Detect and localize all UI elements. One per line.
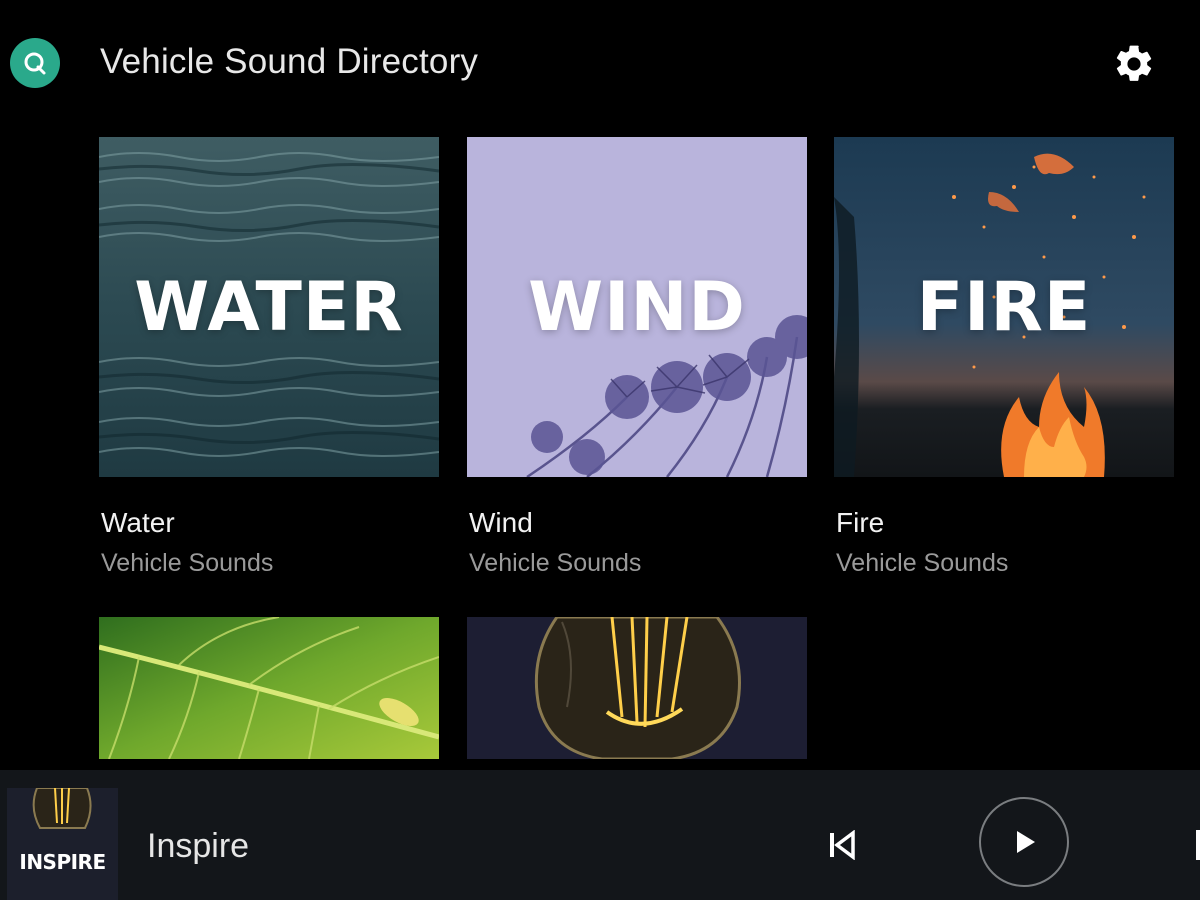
app-root: Vehicle Sound Directory WATER Water Vehi… — [0, 0, 1200, 900]
tile-water[interactable]: WATER Water Vehicle Sounds — [99, 137, 439, 577]
tile-title: Water — [101, 507, 175, 538]
search-logo-icon[interactable] — [10, 38, 60, 88]
tile-subtitle: Vehicle Sounds — [469, 549, 642, 577]
now-playing-bar: INSPIRE Inspire — [0, 770, 1200, 900]
top-bar: Vehicle Sound Directory — [0, 0, 1200, 125]
tile-art-word: WATER — [134, 267, 404, 347]
tile-inspire[interactable] — [467, 617, 807, 759]
fire-artwork: FIRE — [834, 137, 1174, 477]
tile-fire[interactable]: FIRE Fire Vehicle Sounds — [834, 137, 1174, 577]
play-icon — [1017, 831, 1035, 853]
page-title: Vehicle Sound Directory — [100, 42, 479, 81]
skip-previous-button[interactable] — [822, 826, 860, 864]
skip-previous-icon — [830, 830, 855, 860]
leaf-artwork — [99, 617, 439, 759]
tile-subtitle: Vehicle Sounds — [836, 549, 1009, 577]
now-playing-artwork[interactable]: INSPIRE — [7, 788, 118, 900]
wind-artwork: WIND — [467, 137, 807, 477]
settings-button[interactable] — [1108, 38, 1160, 90]
gear-icon — [1116, 45, 1152, 81]
now-playing-art-word: INSPIRE — [19, 850, 106, 874]
now-playing-title: Inspire — [147, 827, 250, 865]
tile-art-word: WIND — [528, 267, 746, 347]
tile-wind[interactable]: WIND Wind Vehicle Sounds — [467, 137, 807, 577]
water-artwork: WATER — [99, 137, 439, 477]
bulb-artwork — [467, 617, 807, 759]
tile-title: Wind — [469, 507, 533, 538]
play-button[interactable] — [979, 797, 1069, 887]
tile-subtitle: Vehicle Sounds — [101, 549, 274, 577]
tile-leaf[interactable] — [99, 617, 439, 759]
tile-title: Fire — [836, 507, 885, 538]
tile-art-word: FIRE — [916, 267, 1092, 347]
skip-next-icon[interactable] — [1196, 830, 1200, 860]
